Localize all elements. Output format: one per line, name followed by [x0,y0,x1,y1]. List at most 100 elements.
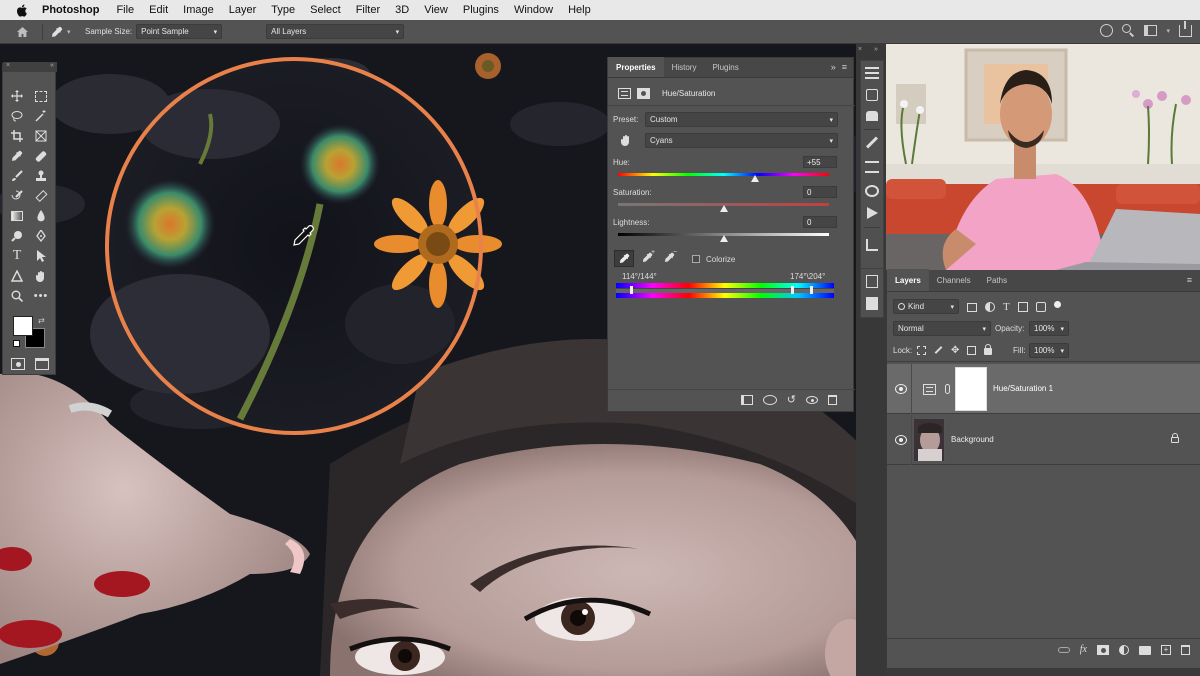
filter-adjustment-icon[interactable] [985,302,995,312]
delete-icon[interactable] [828,395,837,405]
panel-menu-icon[interactable]: ≡ [1179,269,1200,291]
layer-filter-select[interactable]: Kind ▾ [893,299,959,314]
colorize-checkbox[interactable] [692,255,700,263]
menu-window[interactable]: Window [514,4,553,16]
saturation-slider-thumb[interactable] [719,205,728,212]
hue-value-field[interactable]: +55 [803,156,837,168]
visibility-eye-icon[interactable] [895,435,907,445]
workspace-icon[interactable] [1144,25,1158,36]
menu-select[interactable]: Select [310,4,341,16]
eyedropper-subtract-icon[interactable]: − [664,249,677,265]
delete-layer-icon[interactable] [1181,645,1190,655]
menu-help[interactable]: Help [568,4,591,16]
clip-to-layer-icon[interactable] [740,395,753,405]
hue-slider-thumb[interactable] [751,175,760,182]
menu-layer[interactable]: Layer [229,4,257,16]
preset-select[interactable]: Custom ▾ [645,112,838,127]
layer-thumbnail[interactable] [913,418,945,462]
hand-tool-icon[interactable] [33,268,49,284]
layer-mask-icon[interactable] [637,88,650,99]
apple-icon[interactable] [14,0,30,20]
lightness-value-field[interactable]: 0 [803,216,837,228]
properties-panel-icon[interactable] [865,161,879,173]
eyedropper-tool-icon[interactable] [9,148,25,164]
crop-tool-icon[interactable] [9,128,25,144]
menu-type[interactable]: Type [271,4,295,16]
channel-select[interactable]: Cyans ▾ [645,133,838,148]
foreground-color-swatch[interactable] [13,316,33,336]
frame-tool-icon[interactable] [33,128,49,144]
visibility-eye-icon[interactable] [806,396,818,404]
visibility-eye-icon[interactable] [895,384,907,394]
menu-3d[interactable]: 3D [395,4,409,16]
dock-close-icon[interactable]: × [858,46,862,53]
range-left-handle[interactable] [630,286,633,294]
collapse-panel-icon[interactable]: » [827,57,840,77]
new-layer-icon[interactable]: + [1161,645,1171,655]
menu-plugins[interactable]: Plugins [463,4,499,16]
type-tool-icon[interactable]: T [9,248,25,264]
layer-mask-thumbnail[interactable] [955,367,987,411]
adjustments-panel-icon[interactable] [865,67,879,79]
tab-paths[interactable]: Paths [979,269,1015,291]
play-action-icon[interactable] [867,207,878,219]
lock-artboard-icon[interactable] [967,345,977,355]
view-previous-state-icon[interactable] [762,395,777,405]
tab-layers[interactable]: Layers [887,269,929,291]
close-icon[interactable]: × [6,62,10,72]
menu-file[interactable]: File [116,4,134,16]
layer-row-background[interactable]: Background [887,415,1200,465]
sample-size-select[interactable]: Point Sample ▾ [136,24,223,39]
lock-transparent-icon[interactable] [917,345,926,355]
new-adjustment-layer-icon[interactable] [1119,645,1129,655]
share-upload-icon[interactable] [1179,20,1192,37]
shape-tool-icon[interactable] [9,268,25,284]
sample-layers-select[interactable]: All Layers ▾ [266,24,405,39]
collapse-icon[interactable]: « [50,62,54,72]
range-right-outer-handle[interactable] [810,286,813,294]
swap-colors-icon[interactable]: ⇄ [38,316,45,325]
add-mask-icon[interactable] [1097,645,1109,655]
menu-image[interactable]: Image [183,4,214,16]
filter-pixel-icon[interactable] [967,302,977,312]
eyedropper-add-icon[interactable]: + [642,249,655,265]
tab-channels[interactable]: Channels [929,269,979,291]
share-icon[interactable] [1100,24,1114,37]
notes-panel-icon[interactable] [866,297,878,310]
tab-plugins[interactable]: Plugins [704,57,746,77]
filter-shape-icon[interactable] [1017,302,1028,312]
link-icon[interactable] [945,384,950,394]
marquee-tool-icon[interactable] [33,88,49,104]
brush-settings-icon[interactable] [865,136,879,149]
range-right-handle[interactable] [791,286,794,294]
libraries-panel-icon[interactable] [866,275,878,288]
layer-row-hue-saturation[interactable]: Hue/Saturation 1 [887,364,1200,414]
clone-stamp-tool-icon[interactable] [33,168,49,184]
eraser-tool-icon[interactable] [33,188,49,204]
brush-tool-icon[interactable] [9,168,25,184]
glyphs-panel-icon[interactable] [865,185,879,197]
more-tools-icon[interactable]: ••• [33,288,49,304]
filter-smart-object-icon[interactable] [1035,302,1046,312]
menu-filter[interactable]: Filter [356,4,380,16]
gradient-tool-icon[interactable] [9,208,25,224]
pen-tool-icon[interactable] [33,228,49,244]
search-icon[interactable] [1122,24,1135,37]
healing-brush-tool-icon[interactable] [33,148,49,164]
layer-name[interactable]: Hue/Saturation 1 [993,384,1053,393]
tools-panel-header[interactable]: × « [3,62,57,72]
chevron-down-icon[interactable]: ▾ [1166,27,1170,35]
dodge-tool-icon[interactable] [9,228,25,244]
blur-tool-icon[interactable] [33,208,49,224]
filter-toggle-icon[interactable] [1053,300,1061,308]
screen-mode-icon[interactable] [35,358,49,370]
path-selection-tool-icon[interactable] [33,248,49,264]
opacity-field[interactable]: 100% ▾ [1029,321,1069,336]
move-tool-icon[interactable] [9,88,25,104]
home-icon[interactable] [12,22,32,42]
fx-icon[interactable]: fx [1080,645,1087,655]
eyedropper-tool-preset-icon[interactable]: ▾ [51,26,75,38]
lock-icon[interactable] [1171,433,1179,443]
lightness-slider-thumb[interactable] [719,235,728,242]
filter-type-icon[interactable]: T [1003,302,1010,313]
